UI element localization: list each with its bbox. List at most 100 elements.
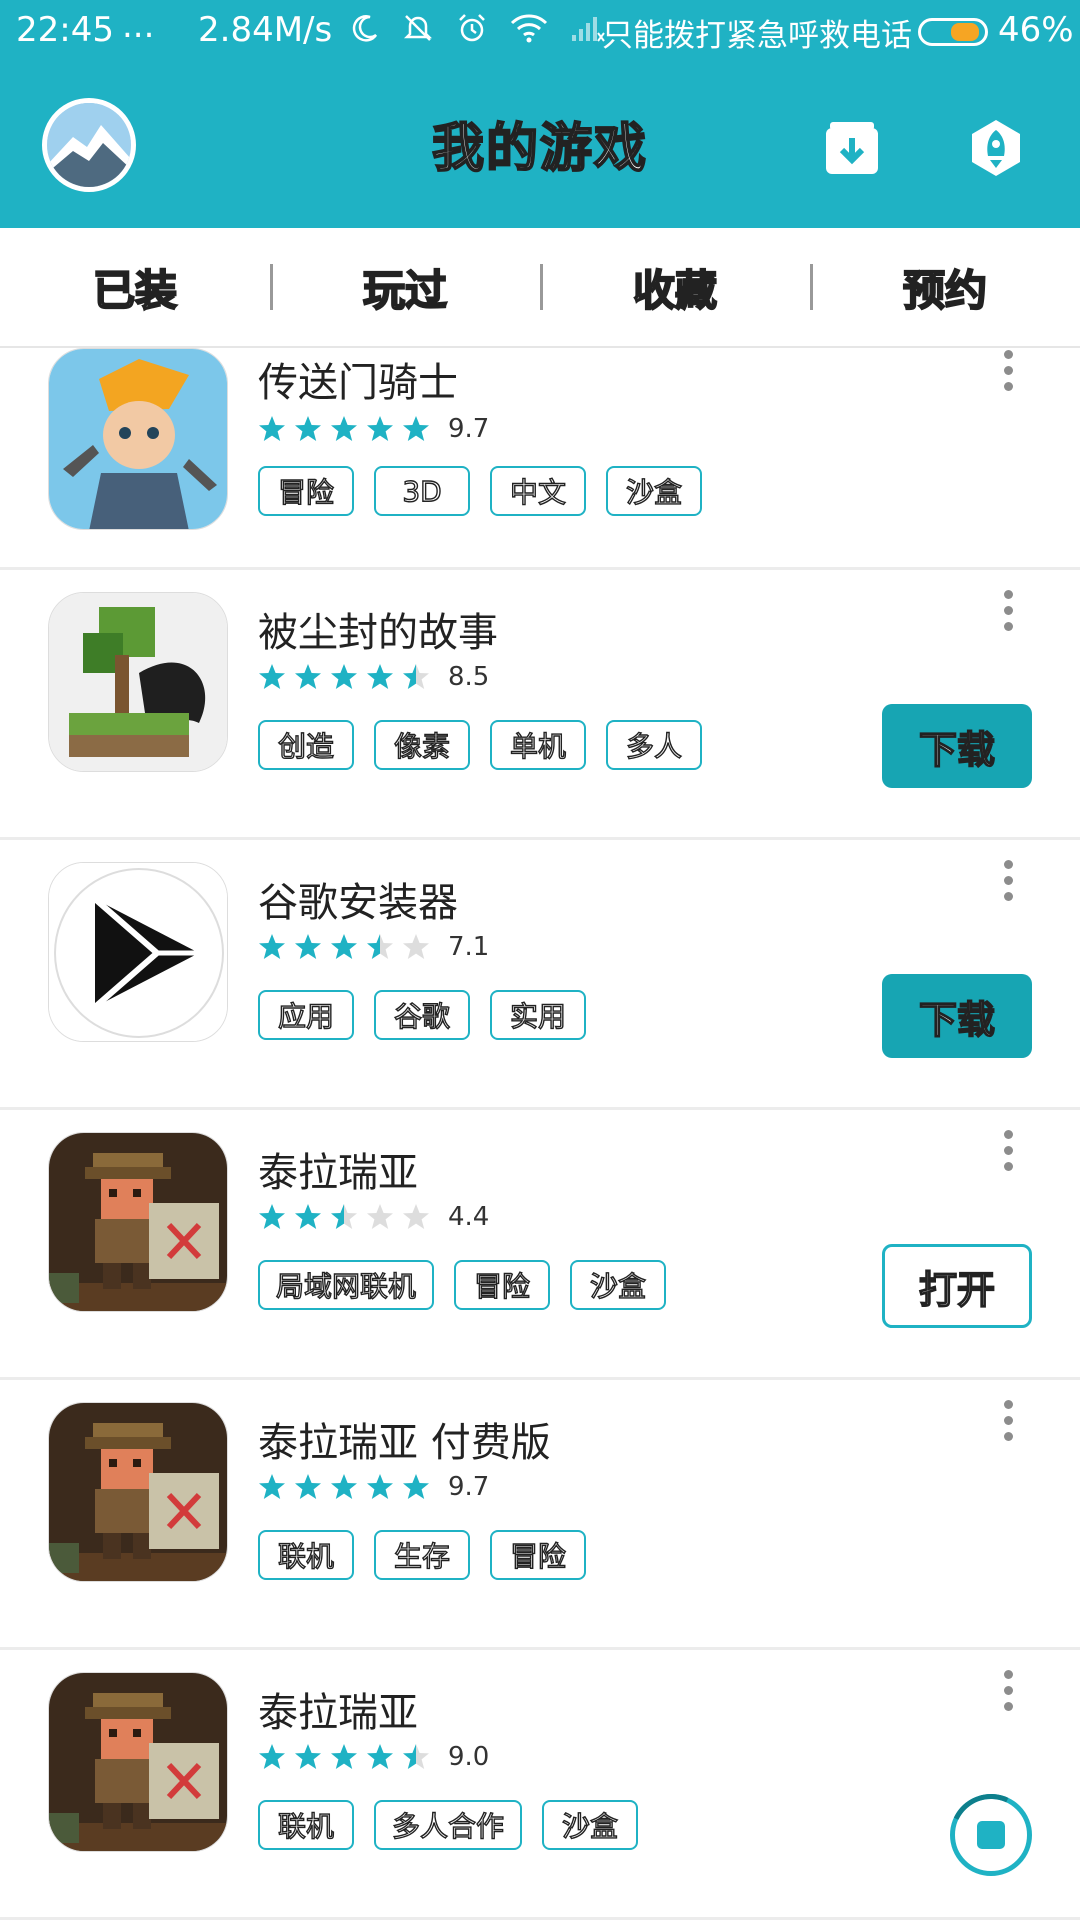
tab-installed[interactable]: 已装	[0, 228, 270, 346]
star-icon	[331, 416, 357, 441]
battery-percent: 46%	[998, 10, 1074, 50]
tag[interactable]: 联机	[258, 1530, 354, 1580]
download-button[interactable]: 下载	[882, 974, 1032, 1058]
tag[interactable]: 3D	[374, 466, 470, 516]
star-icon	[367, 1204, 393, 1229]
game-icon[interactable]	[48, 1672, 228, 1852]
tag[interactable]: 多人	[606, 720, 702, 770]
game-icon[interactable]	[48, 592, 228, 772]
tag[interactable]: 冒险	[490, 1530, 586, 1580]
star-icon	[295, 1474, 321, 1499]
tag[interactable]: 冒险	[454, 1260, 551, 1310]
star-rating: 9.0	[258, 1742, 489, 1772]
game-title[interactable]: 泰拉瑞亚	[258, 1140, 418, 1198]
star-icon	[331, 934, 357, 959]
star-icon	[403, 1474, 429, 1499]
game-row[interactable]: 泰拉瑞亚 4.4 局域网联机 冒险 沙盒 打开	[0, 1110, 1080, 1380]
game-title[interactable]: 泰拉瑞亚 付费版	[258, 1410, 551, 1468]
tag[interactable]: 中文	[490, 466, 586, 516]
star-icon	[259, 1474, 285, 1499]
rating-value: 9.7	[448, 1472, 490, 1502]
more-options-icon[interactable]	[998, 1130, 1018, 1190]
title-bar: 我的游戏	[0, 62, 1080, 228]
tag[interactable]: 冒险	[258, 466, 354, 516]
tag[interactable]: 沙盒	[542, 1800, 639, 1850]
rating-value: 7.1	[448, 932, 490, 962]
tag-list: 创造 像素 单机 多人	[258, 720, 702, 770]
tag[interactable]: 应用	[258, 990, 354, 1040]
star-icon	[403, 1744, 429, 1769]
tag[interactable]: 谷歌	[374, 990, 470, 1040]
rocket-icon[interactable]	[966, 118, 1026, 178]
game-row[interactable]: 谷歌安装器 7.1 应用 谷歌 实用 下载	[0, 840, 1080, 1110]
tab-label: 已装	[92, 265, 178, 316]
tag[interactable]: 沙盒	[570, 1260, 667, 1310]
star-icon	[403, 664, 429, 689]
game-list[interactable]: 传送门骑士 9.7 冒险 3D 中文 沙盒 被尘封的故事 8.5 创造 像素 单…	[0, 348, 1080, 1920]
game-row[interactable]: 传送门骑士 9.7 冒险 3D 中文 沙盒	[0, 348, 1080, 570]
star-icon	[367, 1744, 393, 1769]
star-rating: 4.4	[258, 1202, 489, 1232]
tag[interactable]: 沙盒	[606, 466, 702, 516]
game-icon[interactable]	[48, 1402, 228, 1582]
game-title[interactable]: 谷歌安装器	[258, 870, 458, 928]
star-icon	[331, 1204, 357, 1229]
carrier-text: 只能拨打紧急呼救电话	[602, 18, 912, 54]
star-icon	[259, 1744, 285, 1769]
star-icon	[295, 934, 321, 959]
star-rating: 9.7	[258, 1472, 489, 1502]
tag[interactable]: 联机	[258, 1800, 354, 1850]
floating-stop-button[interactable]	[938, 1782, 1044, 1888]
rating-value: 9.0	[448, 1742, 490, 1772]
status-dots: ...	[122, 6, 155, 46]
mute-icon	[403, 15, 433, 41]
game-title[interactable]: 传送门骑士	[258, 350, 458, 408]
star-icon	[403, 934, 429, 959]
more-options-icon[interactable]	[998, 1670, 1018, 1730]
tag[interactable]: 局域网联机	[258, 1260, 435, 1310]
game-row[interactable]: 泰拉瑞亚 付费版 9.7 联机 生存 冒险	[0, 1380, 1080, 1650]
tag[interactable]: 生存	[374, 1530, 470, 1580]
tag-list: 应用 谷歌 实用	[258, 990, 586, 1040]
star-icon	[295, 1744, 321, 1769]
tag[interactable]: 实用	[490, 990, 586, 1040]
tag[interactable]: 多人合作	[374, 1800, 523, 1850]
tag-list: 冒险 3D 中文 沙盒	[258, 466, 702, 516]
rating-value: 8.5	[448, 662, 490, 692]
tab-favorites[interactable]: 收藏	[540, 228, 810, 346]
star-icon	[367, 664, 393, 689]
download-button[interactable]: 下载	[882, 704, 1032, 788]
game-icon[interactable]	[48, 862, 228, 1042]
tag-list: 联机 多人合作 沙盒	[258, 1800, 639, 1850]
star-icon	[331, 1474, 357, 1499]
tag[interactable]: 单机	[490, 720, 586, 770]
status-speed: 2.84M/s	[198, 10, 333, 50]
game-row[interactable]: 泰拉瑞亚 9.0 联机 多人合作 沙盒	[0, 1650, 1080, 1920]
more-options-icon[interactable]	[998, 350, 1018, 410]
tag[interactable]: 像素	[374, 720, 470, 770]
moon-icon	[352, 15, 378, 42]
more-options-icon[interactable]	[998, 860, 1018, 920]
game-row[interactable]: 被尘封的故事 8.5 创造 像素 单机 多人 下载	[0, 570, 1080, 840]
open-button[interactable]: 打开	[882, 1244, 1032, 1328]
stars	[258, 933, 438, 961]
tag[interactable]: 创造	[258, 720, 354, 770]
more-options-icon[interactable]	[998, 590, 1018, 650]
wifi-icon	[510, 14, 548, 43]
tab-played[interactable]: 玩过	[270, 228, 540, 346]
star-icon	[331, 1744, 357, 1769]
app-header: 22:45 ... 2.84M/s 只能拨打紧急呼救电话 46% 我的游戏	[0, 0, 1080, 228]
game-title[interactable]: 被尘封的故事	[258, 600, 498, 658]
star-icon	[295, 1204, 321, 1229]
star-icon	[367, 1474, 393, 1499]
rating-value: 9.7	[448, 414, 490, 444]
game-icon[interactable]	[48, 1132, 228, 1312]
tab-reservations[interactable]: 预约	[810, 228, 1080, 346]
download-manager-icon[interactable]	[822, 118, 882, 178]
game-title[interactable]: 泰拉瑞亚	[258, 1680, 418, 1738]
stars	[258, 1473, 438, 1501]
star-rating: 7.1	[258, 932, 489, 962]
game-icon[interactable]	[48, 348, 228, 530]
category-tabs: 已装 玩过 收藏 预约	[0, 228, 1080, 348]
more-options-icon[interactable]	[998, 1400, 1018, 1460]
